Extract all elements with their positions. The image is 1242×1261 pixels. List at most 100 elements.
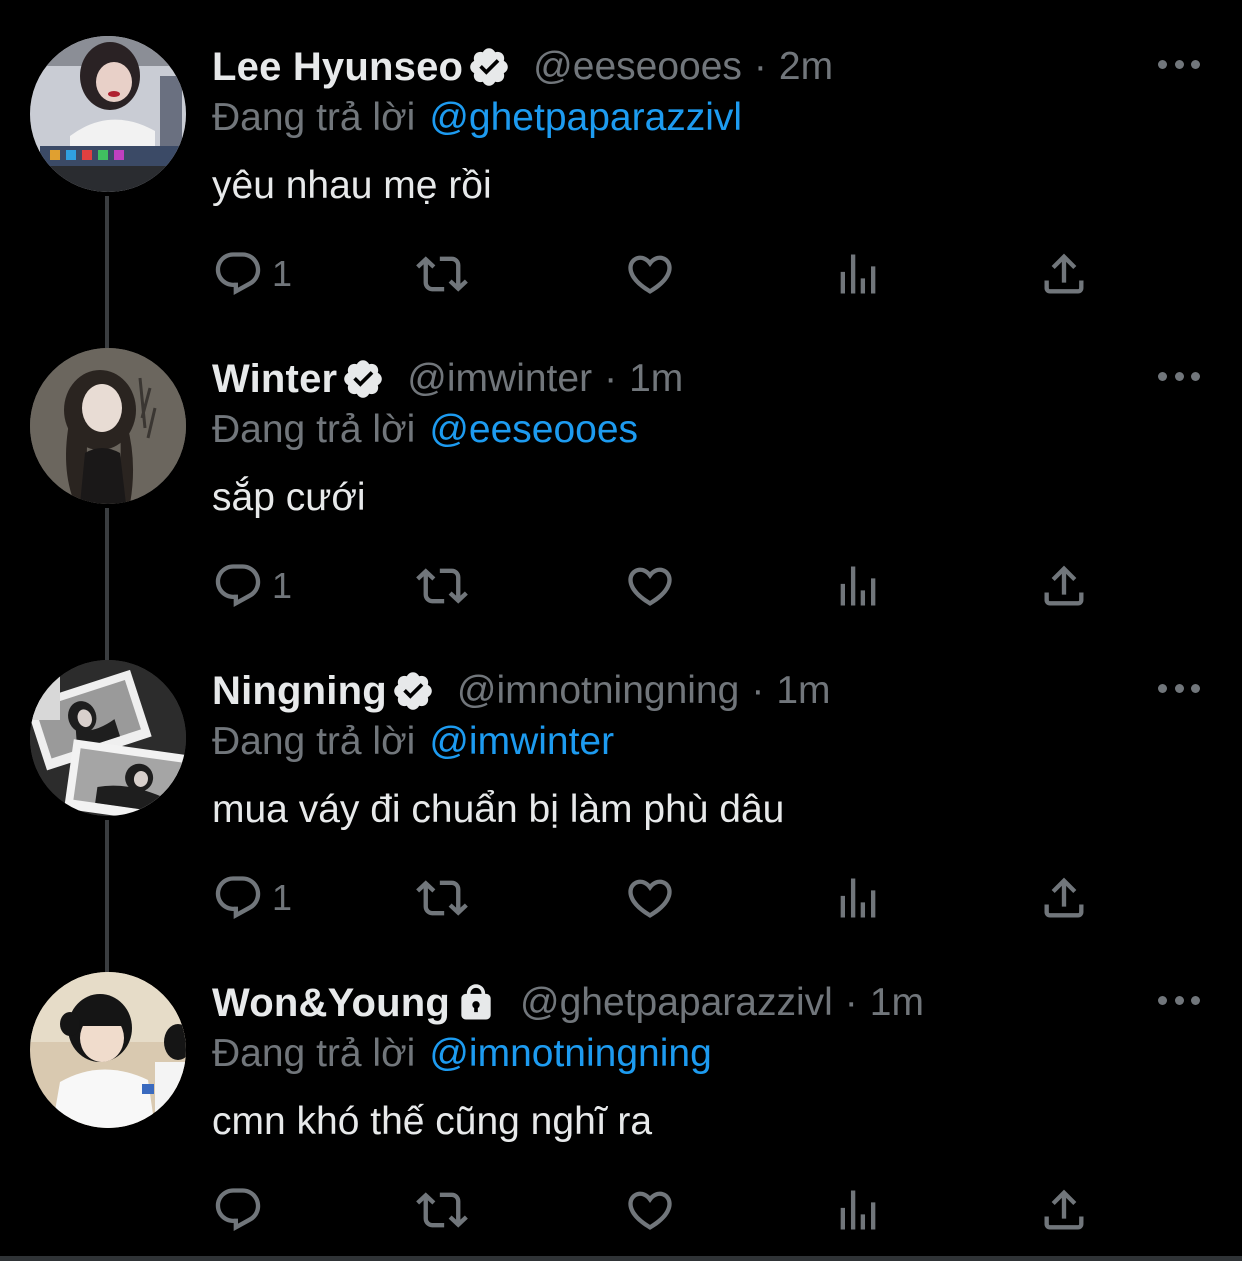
display-name[interactable]: Winter bbox=[212, 357, 337, 402]
tweet[interactable]: Lee Hyunseo @eeseooes · 2m Đang trả lời … bbox=[0, 0, 1242, 312]
reply-button[interactable]: 1 bbox=[212, 246, 292, 302]
views-button[interactable] bbox=[832, 1182, 884, 1238]
share-button[interactable] bbox=[1038, 558, 1090, 614]
share-icon bbox=[1044, 1189, 1084, 1230]
replying-to-label: Đang trả lời bbox=[212, 96, 416, 139]
replying-to-handle[interactable]: @eeseooes bbox=[429, 408, 638, 452]
views-button[interactable] bbox=[832, 558, 884, 614]
separator-dot: · bbox=[753, 45, 767, 88]
tweet-header: Winter @imwinter · 1m bbox=[212, 352, 683, 406]
heart-icon bbox=[628, 879, 672, 918]
separator-dot: · bbox=[604, 357, 618, 400]
analytics-icon bbox=[840, 1190, 876, 1230]
like-button[interactable] bbox=[624, 870, 676, 926]
replying-to: Đang trả lời @imnotningning bbox=[212, 1030, 712, 1078]
timestamp[interactable]: 2m bbox=[779, 45, 833, 89]
share-icon bbox=[1044, 877, 1084, 918]
user-handle[interactable]: @ghetpaparazzivl bbox=[520, 981, 833, 1025]
timestamp[interactable]: 1m bbox=[629, 357, 683, 401]
display-name[interactable]: Won&Young bbox=[212, 981, 450, 1026]
tweet-actions: 1 bbox=[212, 246, 1112, 302]
avatar-image bbox=[30, 36, 186, 192]
reply-icon bbox=[215, 252, 261, 296]
avatar[interactable] bbox=[30, 660, 186, 816]
tweet-text: cmn khó thế cũng nghĩ ra bbox=[212, 1100, 653, 1143]
more-options-icon[interactable] bbox=[1158, 988, 1200, 1012]
avatar-image bbox=[30, 660, 186, 816]
verified-icon bbox=[341, 357, 385, 401]
reply-button[interactable]: 1 bbox=[212, 558, 292, 614]
bottom-divider bbox=[0, 1256, 1242, 1261]
avatar[interactable] bbox=[30, 348, 186, 504]
tweet[interactable]: Winter @imwinter · 1m Đang trả lời @eese… bbox=[0, 312, 1242, 624]
verified-icon bbox=[467, 45, 511, 89]
replying-to: Đang trả lời @imwinter bbox=[212, 718, 614, 766]
avatar[interactable] bbox=[30, 36, 186, 192]
retweet-icon bbox=[416, 256, 468, 292]
replying-to: Đang trả lời @ghetpaparazzivl bbox=[212, 94, 742, 142]
tweet[interactable]: Ningning @imnotningning · 1m Đang trả lờ… bbox=[0, 624, 1242, 936]
share-icon bbox=[1044, 253, 1084, 294]
tweet-actions: 1 bbox=[212, 870, 1112, 926]
tweet-header: Lee Hyunseo @eeseooes · 2m bbox=[212, 40, 833, 94]
timestamp[interactable]: 1m bbox=[870, 981, 924, 1025]
replying-to-label: Đang trả lời bbox=[212, 1032, 416, 1075]
like-button[interactable] bbox=[624, 558, 676, 614]
retweet-button[interactable] bbox=[416, 246, 468, 302]
more-options-icon[interactable] bbox=[1158, 52, 1200, 76]
replying-to-handle[interactable]: @imwinter bbox=[429, 720, 614, 764]
heart-icon bbox=[628, 567, 672, 606]
analytics-icon bbox=[840, 878, 876, 918]
like-button[interactable] bbox=[624, 1182, 676, 1238]
user-handle[interactable]: @imnotningning bbox=[457, 669, 739, 713]
views-button[interactable] bbox=[832, 246, 884, 302]
reply-count: 1 bbox=[272, 877, 293, 918]
share-button[interactable] bbox=[1038, 1182, 1090, 1238]
tweet-header: Ningning @imnotningning · 1m bbox=[212, 664, 831, 718]
analytics-icon bbox=[840, 254, 876, 294]
reply-icon bbox=[215, 564, 261, 608]
user-handle[interactable]: @imwinter bbox=[407, 357, 592, 401]
more-options-icon[interactable] bbox=[1158, 676, 1200, 700]
share-icon bbox=[1044, 565, 1084, 606]
views-button[interactable] bbox=[832, 870, 884, 926]
display-name[interactable]: Ningning bbox=[212, 669, 387, 714]
tweet-text: yêu nhau mẹ rồi bbox=[212, 164, 492, 207]
share-button[interactable] bbox=[1038, 246, 1090, 302]
replying-to-label: Đang trả lời bbox=[212, 408, 416, 451]
reply-count: 1 bbox=[272, 565, 293, 606]
tweet-actions: 1 bbox=[212, 558, 1112, 614]
avatar-image bbox=[30, 972, 186, 1128]
tweet[interactable]: Won&Young @ghetpaparazzivl · 1m Đang trả… bbox=[0, 936, 1242, 1248]
retweet-button[interactable] bbox=[416, 1182, 468, 1238]
timestamp[interactable]: 1m bbox=[776, 669, 830, 713]
share-button[interactable] bbox=[1038, 870, 1090, 926]
reply-count: 1 bbox=[272, 253, 293, 294]
replying-to-label: Đang trả lời bbox=[212, 720, 416, 763]
lock-icon bbox=[454, 981, 498, 1025]
user-handle[interactable]: @eeseooes bbox=[533, 45, 742, 89]
verified-icon bbox=[391, 669, 435, 713]
tweet-header: Won&Young @ghetpaparazzivl · 1m bbox=[212, 976, 924, 1030]
reply-button[interactable]: 1 bbox=[212, 870, 292, 926]
separator-dot: · bbox=[751, 669, 765, 712]
tweet-text: mua váy đi chuẩn bị làm phù dâu bbox=[212, 788, 785, 831]
retweet-button[interactable] bbox=[416, 870, 468, 926]
tweet-thread: Lee Hyunseo @eeseooes · 2m Đang trả lời … bbox=[0, 0, 1242, 1261]
like-button[interactable] bbox=[624, 246, 676, 302]
tweet-actions bbox=[212, 1182, 1112, 1238]
tweet-text: sắp cưới bbox=[212, 476, 366, 519]
more-options-icon[interactable] bbox=[1158, 364, 1200, 388]
retweet-button[interactable] bbox=[416, 558, 468, 614]
avatar[interactable] bbox=[30, 972, 186, 1128]
analytics-icon bbox=[840, 566, 876, 606]
retweet-icon bbox=[416, 1192, 468, 1228]
heart-icon bbox=[628, 255, 672, 294]
display-name[interactable]: Lee Hyunseo bbox=[212, 45, 463, 90]
reply-button[interactable] bbox=[212, 1182, 272, 1238]
separator-dot: · bbox=[844, 981, 858, 1024]
retweet-icon bbox=[416, 568, 468, 604]
replying-to-handle[interactable]: @ghetpaparazzivl bbox=[429, 96, 742, 140]
replying-to-handle[interactable]: @imnotningning bbox=[429, 1032, 711, 1076]
retweet-icon bbox=[416, 880, 468, 916]
